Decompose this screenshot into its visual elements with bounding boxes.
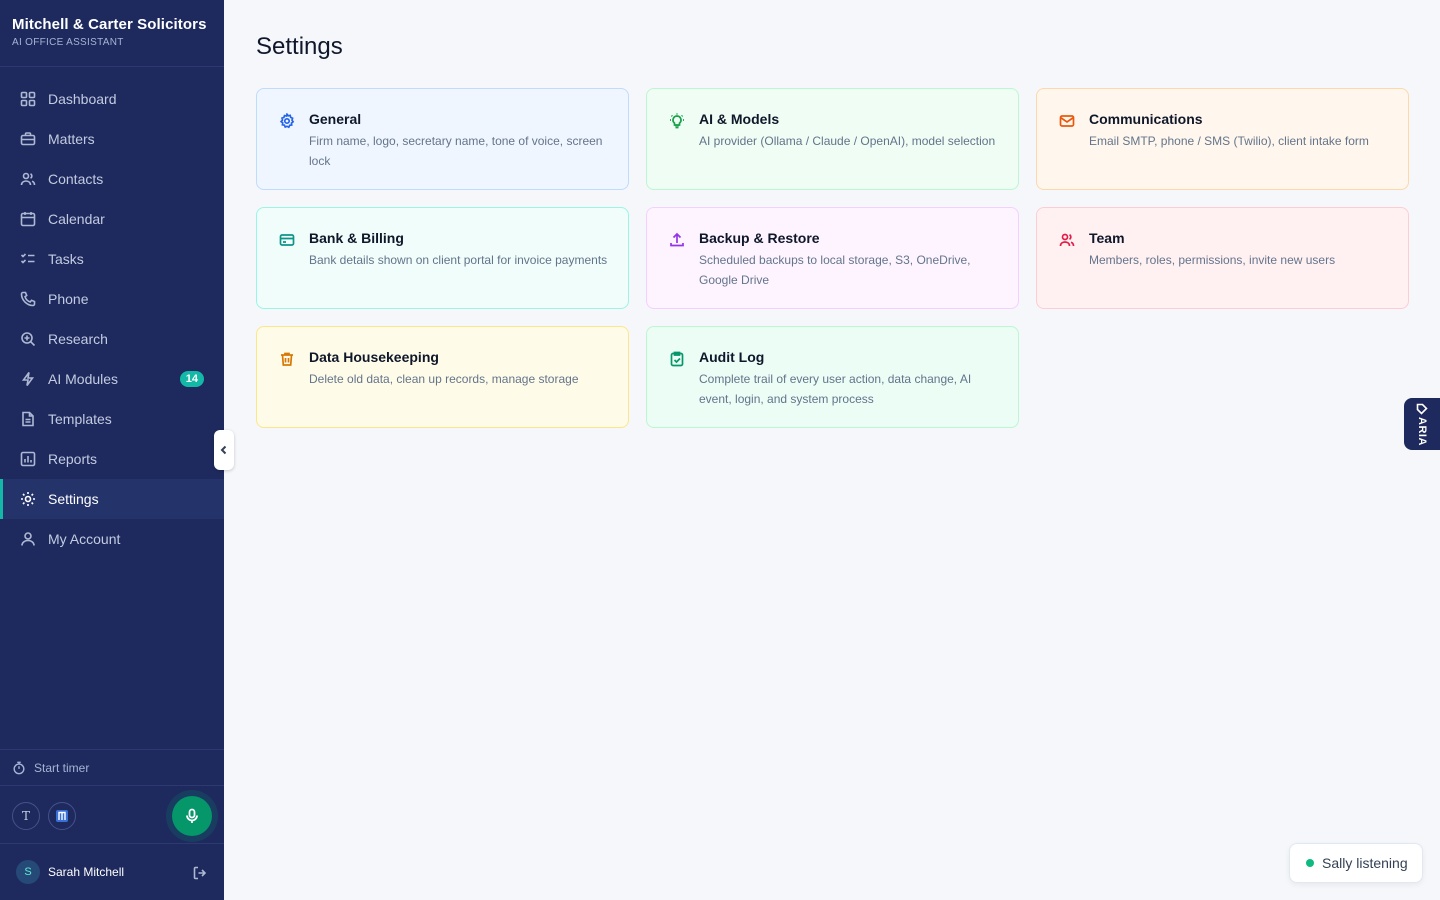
card-title: General [309,111,362,127]
sidebar-item-label: Dashboard [48,91,117,107]
calendar-icon [20,211,36,227]
logout-icon [193,866,207,880]
card-title: Data Housekeeping [309,349,439,365]
status-dot [1306,859,1314,867]
card-description: Email SMTP, phone / SMS (Twilio), client… [1089,134,1369,148]
users-icon [1059,232,1075,248]
user-profile: S Sarah Mitchell [0,843,224,900]
brand-name: Mitchell & Carter Solicitors [12,16,207,33]
brand-subtitle: AI OFFICE ASSISTANT [12,37,124,48]
aria-tab-button[interactable]: ARIA [1404,398,1440,450]
page-title: Settings [256,33,343,60]
sidebar-item-label: Research [48,331,108,347]
lightbulb-icon [669,113,685,129]
sidebar-item-matters[interactable]: Matters [0,119,224,159]
microphone-button[interactable] [172,796,212,836]
count-badge: 14 [179,371,204,387]
sidebar-item-templates[interactable]: Templates [0,399,224,439]
sidebar-item-dashboard[interactable]: Dashboard [0,79,224,119]
sidebar-item-label: Templates [48,411,112,427]
settings-card-audit-log[interactable]: Audit Log Complete trail of every user a… [646,326,1019,428]
card-description: Firm name, logo, secretary name, tone of… [309,134,603,168]
credit-card-icon [279,232,295,248]
card-title: Team [1089,230,1125,246]
text-tool-button[interactable]: T [12,802,40,830]
listening-status-label: Sally listening [1322,855,1408,871]
sidebar-item-label: Contacts [48,171,104,187]
document-icon [20,411,36,427]
sidebar-tools: T [0,785,224,843]
phone-icon [20,291,36,307]
sidebar-item-label: AI Modules [48,371,119,387]
card-title: Bank & Billing [309,230,404,246]
microphone-icon [186,808,198,823]
settings-card-general[interactable]: General Firm name, logo, secretary name,… [256,88,629,190]
card-description: Scheduled backups to local storage, S3, … [699,253,971,287]
settings-card-communications[interactable]: Communications Email SMTP, phone / SMS (… [1036,88,1409,190]
brand: Mitchell & Carter Solicitors AI OFFICE A… [0,0,224,67]
settings-card-ai-models[interactable]: AI & Models AI provider (Ollama / Claude… [646,88,1019,190]
tag-icon [1416,403,1428,415]
card-title: Audit Log [699,349,765,365]
clipboard-check-icon [669,351,685,367]
text-tool-label: T [21,809,30,823]
card-description: AI provider (Ollama / Claude / OpenAI), … [699,134,996,148]
search-zoom-icon [20,331,36,347]
sidebar-item-research[interactable]: Research [0,319,224,359]
stopwatch-icon [13,761,25,774]
settings-grid: General Firm name, logo, secretary name,… [256,88,1409,428]
sidebar-item-label: Matters [48,131,95,147]
sidebar-nav: Dashboard Matters Contacts Calendar Task… [0,67,224,559]
card-description: Members, roles, permissions, invite new … [1089,253,1336,267]
checklist-icon [20,251,36,267]
card-description: Complete trail of every user action, dat… [699,372,972,406]
avatar[interactable]: S [16,860,40,884]
users-icon [20,171,36,187]
card-description: Delete old data, clean up records, manag… [309,372,579,386]
sidebar-item-ai-modules[interactable]: AI Modules 14 [0,359,224,399]
sidebar-item-label: Reports [48,451,98,467]
user-name: Sarah Mitchell [48,865,125,879]
sidebar-item-calendar[interactable]: Calendar [0,199,224,239]
sidebar-item-my-account[interactable]: My Account [0,519,224,559]
card-title: AI & Models [699,111,780,127]
upload-icon [669,232,685,248]
sidebar-item-label: My Account [48,531,121,547]
mail-icon [1059,113,1075,129]
sidebar-item-phone[interactable]: Phone [0,279,224,319]
listening-status-badge[interactable]: Sally listening [1289,843,1423,883]
gear-icon [279,112,295,129]
grid-icon [20,91,36,107]
bar-chart-icon [20,451,36,467]
settings-card-team[interactable]: Team Members, roles, permissions, invite… [1036,207,1409,309]
sidebar-item-label: Settings [48,491,99,507]
app-logo-button[interactable] [48,802,76,830]
card-title: Backup & Restore [699,230,820,246]
sidebar-item-tasks[interactable]: Tasks [0,239,224,279]
aria-tab-label: ARIA [1416,416,1428,446]
start-timer-button[interactable]: Start timer [0,749,224,785]
sidebar-item-contacts[interactable]: Contacts [0,159,224,199]
sidebar-item-settings[interactable]: Settings [0,479,224,519]
card-description: Bank details shown on client portal for … [309,253,608,267]
gear-icon [20,491,36,507]
user-icon [20,531,36,547]
sidebar-item-reports[interactable]: Reports [0,439,224,479]
sidebar-item-label: Tasks [48,251,84,267]
sidebar-item-label: Calendar [48,211,105,227]
app-logo-icon [56,810,68,822]
lightning-icon [20,371,36,387]
settings-card-bank-billing[interactable]: Bank & Billing Bank details shown on cli… [256,207,629,309]
settings-card-backup-restore[interactable]: Backup & Restore Scheduled backups to lo… [646,207,1019,309]
start-timer-label: Start timer [34,760,90,775]
logout-button[interactable] [192,865,208,881]
main-content: Settings General Firm name, logo, secret… [224,0,1440,900]
briefcase-icon [20,131,36,147]
sidebar-item-label: Phone [48,291,89,307]
sidebar: Mitchell & Carter Solicitors AI OFFICE A… [0,0,224,900]
settings-card-data-housekeeping[interactable]: Data Housekeeping Delete old data, clean… [256,326,629,428]
trash-icon [279,351,295,367]
card-title: Communications [1089,111,1203,127]
